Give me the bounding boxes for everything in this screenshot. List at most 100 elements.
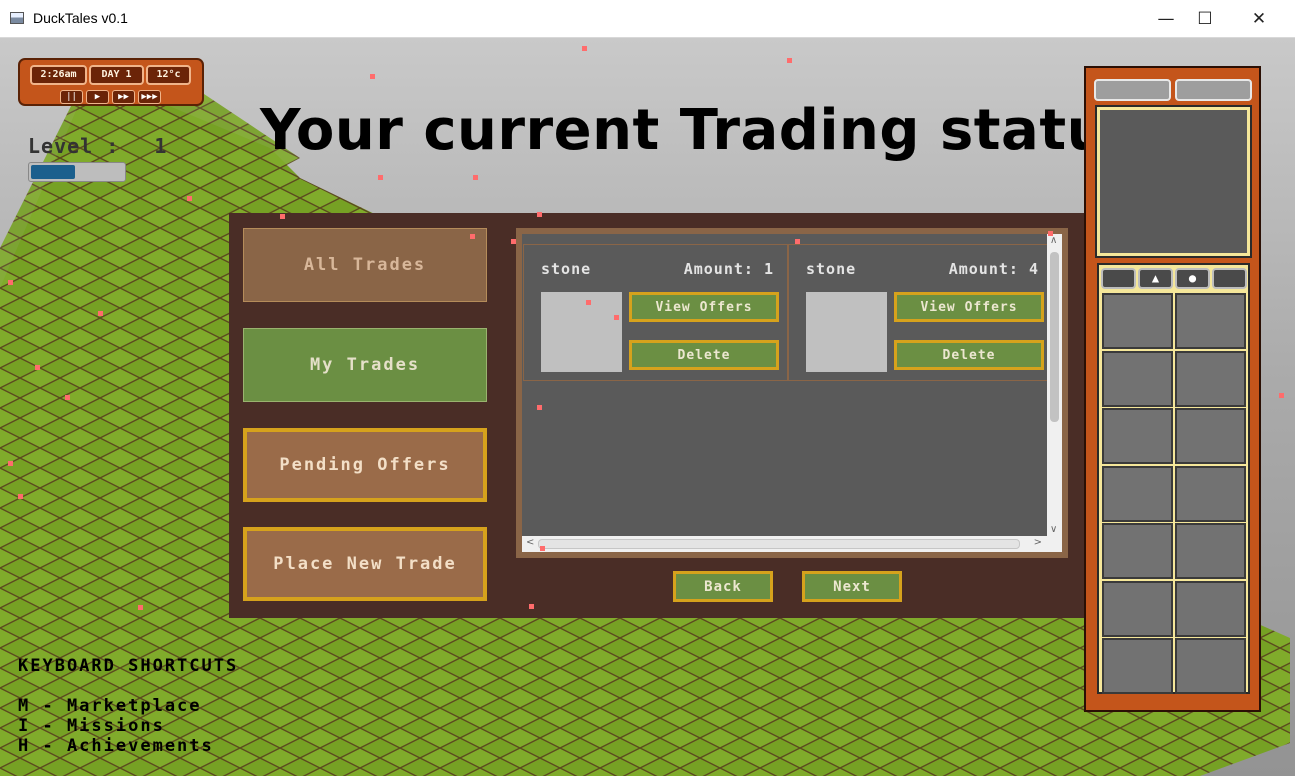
trade-item-name: stone — [541, 260, 592, 278]
inventory-tab-house[interactable]: ▲ — [1138, 268, 1173, 289]
particle — [540, 546, 545, 551]
horizontal-scroll-thumb[interactable] — [538, 539, 1020, 549]
trade-card: stone Amount: 1 View Offers Delete — [523, 244, 788, 381]
pending-offers-button[interactable]: Pending Offers — [243, 428, 487, 502]
trade-item-image — [806, 292, 887, 372]
particle — [473, 175, 478, 180]
inventory-top-button[interactable] — [1175, 79, 1252, 101]
app-icon — [10, 12, 24, 24]
horizontal-scrollbar[interactable]: < > — [522, 536, 1062, 552]
view-offers-button[interactable]: View Offers — [629, 292, 779, 322]
place-new-trade-button[interactable]: Place New Trade — [243, 527, 487, 601]
inventory-grid: ▲ ● — [1097, 263, 1250, 694]
particle — [511, 239, 516, 244]
particle — [795, 239, 800, 244]
shortcut-marketplace: M - Marketplace — [18, 696, 202, 716]
particle — [1279, 393, 1284, 398]
particle — [187, 196, 192, 201]
particle — [8, 461, 13, 466]
next-button[interactable]: Next — [802, 571, 902, 602]
inventory-slot[interactable] — [1175, 523, 1246, 579]
scroll-right-icon[interactable]: > — [1034, 537, 1042, 548]
inventory-slot[interactable] — [1102, 523, 1173, 579]
delete-trade-button[interactable]: Delete — [894, 340, 1044, 370]
minimize-icon: — — [1157, 9, 1175, 29]
particle — [470, 234, 475, 239]
back-button[interactable]: Back — [673, 571, 773, 602]
keyboard-shortcuts: KEYBOARD SHORTCUTS M - Marketplace I - M… — [18, 656, 238, 756]
maximize-icon: ☐ — [1197, 9, 1213, 29]
shortcuts-title: KEYBOARD SHORTCUTS — [18, 656, 239, 676]
play-icon: ▶ — [94, 92, 101, 102]
inventory-slot[interactable] — [1175, 465, 1246, 522]
fast-forward-button[interactable]: ▶▶ — [112, 90, 135, 104]
close-icon: ✕ — [1251, 9, 1267, 29]
level-value: 1 — [154, 134, 168, 158]
view-offers-button[interactable]: View Offers — [894, 292, 1044, 322]
particle — [35, 365, 40, 370]
inventory-slot[interactable] — [1102, 580, 1173, 637]
pause-icon: || — [66, 92, 77, 102]
particle — [18, 494, 23, 499]
play-button[interactable]: ▶ — [86, 90, 109, 104]
inventory-slot[interactable] — [1102, 638, 1173, 694]
inventory-slot[interactable] — [1175, 408, 1246, 464]
trade-item-image — [541, 292, 622, 372]
inventory-tab[interactable] — [1101, 268, 1136, 289]
particle — [787, 58, 792, 63]
inventory-slot[interactable] — [1175, 293, 1246, 349]
trade-list[interactable]: stone Amount: 1 View Offers Delete stone… — [522, 234, 1062, 552]
scroll-left-icon[interactable]: < — [526, 537, 534, 548]
inventory-top-button[interactable] — [1094, 79, 1171, 101]
particle — [582, 46, 587, 51]
inventory-slot[interactable] — [1175, 580, 1246, 637]
particle — [138, 605, 143, 610]
particle — [370, 74, 375, 79]
inventory-tab[interactable] — [1212, 268, 1247, 289]
particle — [98, 311, 103, 316]
particle — [65, 395, 70, 400]
vertical-scroll-thumb[interactable] — [1050, 252, 1059, 422]
duck-icon: ● — [1188, 271, 1197, 285]
time-display: 2:26am — [30, 65, 87, 85]
day-display: DAY 1 — [89, 65, 144, 85]
fast-forward-icon: ▶▶ — [118, 92, 129, 102]
my-trades-button[interactable]: My Trades — [243, 328, 487, 402]
maximize-button[interactable]: ☐ — [1182, 0, 1228, 38]
trade-list-frame: stone Amount: 1 View Offers Delete stone… — [516, 228, 1068, 558]
close-button[interactable]: ✕ — [1236, 0, 1282, 38]
particle — [378, 175, 383, 180]
inventory-slot[interactable] — [1102, 408, 1173, 464]
trading-panel: All Trades My Trades Pending Offers Plac… — [229, 213, 1085, 618]
level-label: Level : — [28, 134, 120, 158]
page-title: Your current Trading status — [260, 98, 1141, 163]
trade-card: stone Amount: 4 View Offers Delete — [788, 244, 1053, 381]
particle — [280, 214, 285, 219]
inventory-slot[interactable] — [1102, 293, 1173, 349]
fastest-forward-button[interactable]: ▶▶▶ — [138, 90, 161, 104]
inventory-slot[interactable] — [1102, 350, 1173, 407]
trade-item-name: stone — [806, 260, 857, 278]
scroll-up-icon[interactable]: ∧ — [1050, 235, 1057, 246]
window-titlebar: DuckTales v0.1 — ☐ ✕ — [0, 0, 1295, 38]
particle — [8, 280, 13, 285]
all-trades-button[interactable]: All Trades — [243, 228, 487, 302]
house-icon: ▲ — [1151, 271, 1160, 285]
pause-button[interactable]: || — [60, 90, 83, 104]
particle — [1048, 231, 1053, 236]
temperature-display: 12°c — [146, 65, 191, 85]
inventory-slot[interactable] — [1175, 350, 1246, 407]
item-preview — [1097, 107, 1250, 256]
scroll-down-icon[interactable]: ∨ — [1050, 524, 1057, 535]
level-progress-fill — [31, 165, 76, 179]
inventory-slot[interactable] — [1175, 638, 1246, 694]
particle — [586, 300, 591, 305]
level-progress-bar — [28, 162, 126, 182]
particle — [537, 405, 542, 410]
inventory-slot[interactable] — [1102, 465, 1173, 522]
delete-trade-button[interactable]: Delete — [629, 340, 779, 370]
window-title: DuckTales v0.1 — [33, 10, 128, 26]
vertical-scrollbar[interactable]: ∧ ∨ — [1047, 234, 1062, 536]
inventory-tab-duck[interactable]: ● — [1175, 268, 1210, 289]
trade-amount: Amount: 4 — [948, 260, 1039, 278]
